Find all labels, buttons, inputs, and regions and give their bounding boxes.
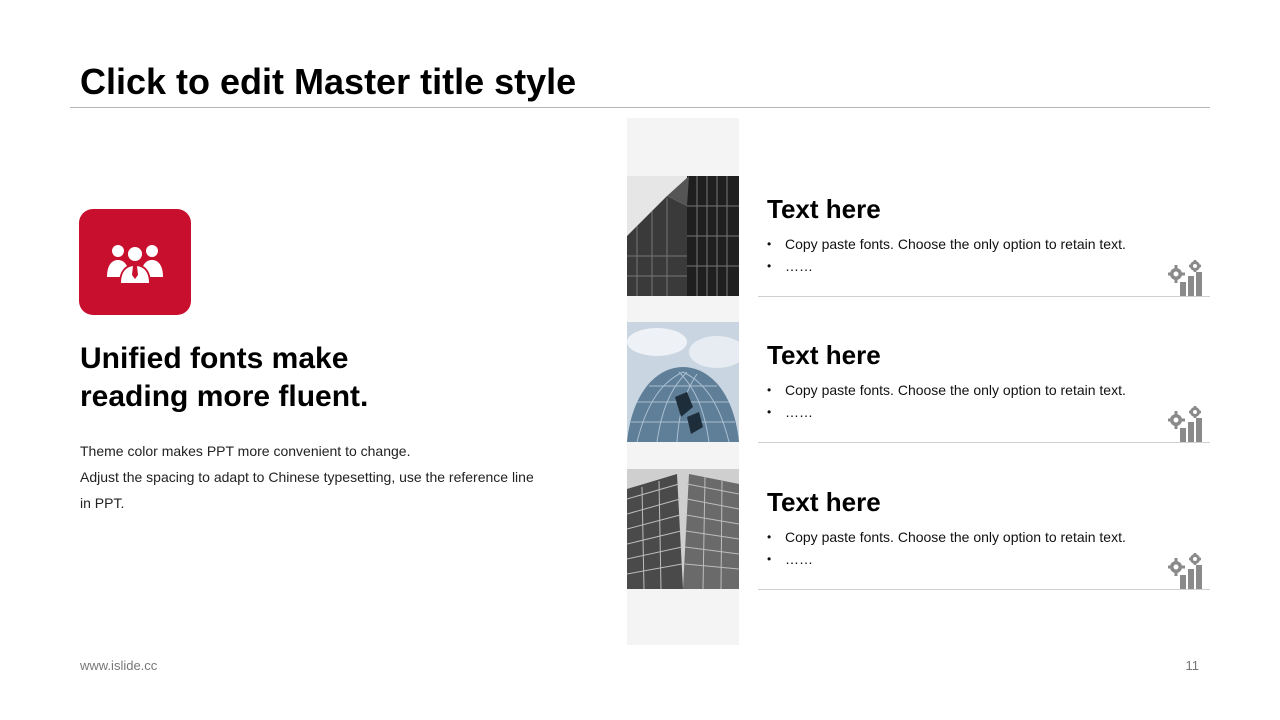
list-item: Text here Copy paste fonts. Choose the o…	[758, 469, 1210, 590]
slide-title: Click to edit Master title style	[80, 61, 577, 102]
facade-photo	[627, 469, 739, 589]
feature-body-line: Adjust the spacing to adapt to Chinese t…	[80, 469, 534, 485]
building-photo	[627, 176, 739, 296]
team-icon	[107, 245, 163, 284]
item-bullets: Copy paste fonts. Choose the only option…	[767, 379, 1126, 423]
feature-badge	[79, 209, 191, 315]
item-bullet: Copy paste fonts. Choose the only option…	[767, 233, 1126, 255]
item-bullet: ……	[767, 548, 1126, 570]
settings-chart-icon	[1168, 553, 1202, 589]
item-bullet: Copy paste fonts. Choose the only option…	[767, 379, 1126, 401]
feature-heading-line: Unified fonts make	[80, 342, 349, 375]
item-bullet: Copy paste fonts. Choose the only option…	[767, 526, 1126, 548]
page-number: 11	[1185, 658, 1200, 673]
item-bullet: ……	[767, 255, 1126, 277]
title-divider	[70, 107, 1210, 108]
feature-body-line: Theme color makes PPT more convenient to…	[80, 443, 411, 459]
item-bullet: ……	[767, 401, 1126, 423]
settings-chart-icon	[1168, 406, 1202, 442]
list-item: Text here Copy paste fonts. Choose the o…	[758, 176, 1210, 297]
item-title: Text here	[767, 194, 881, 224]
item-title: Text here	[767, 487, 881, 517]
item-title: Text here	[767, 340, 881, 370]
feature-body: Theme color makes PPT more convenient to…	[80, 438, 560, 516]
item-bullets: Copy paste fonts. Choose the only option…	[767, 526, 1126, 570]
settings-chart-icon	[1168, 260, 1202, 296]
list-item: Text here Copy paste fonts. Choose the o…	[758, 322, 1210, 443]
feature-heading-line: reading more fluent.	[80, 380, 369, 413]
glass-tower-photo	[627, 322, 739, 442]
feature-body-line: in PPT.	[80, 495, 125, 511]
item-bullets: Copy paste fonts. Choose the only option…	[767, 233, 1126, 277]
footer-url[interactable]: www.islide.cc	[80, 658, 157, 673]
feature-heading: Unified fonts make reading more fluent.	[80, 340, 560, 416]
